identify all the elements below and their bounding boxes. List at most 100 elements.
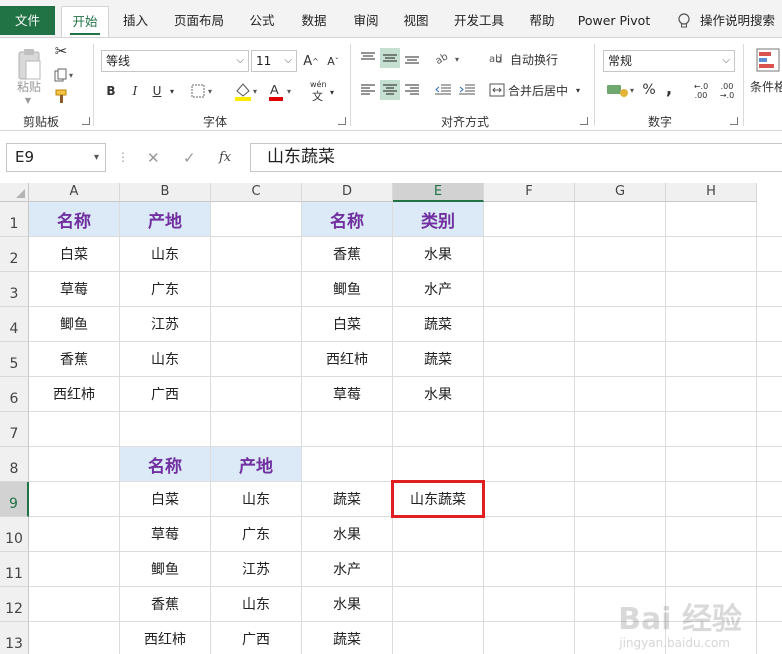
column-header-d[interactable]: D: [302, 183, 393, 202]
tab-home[interactable]: 开始: [61, 6, 109, 38]
orientation-button[interactable]: ab ▾: [432, 48, 464, 68]
align-middle-button[interactable]: [380, 48, 400, 68]
cell-d10[interactable]: 水果: [302, 517, 392, 551]
cell-b2[interactable]: 山东: [120, 237, 210, 271]
cell-b11[interactable]: 鲫鱼: [120, 552, 210, 586]
tab-insert[interactable]: 插入: [113, 6, 158, 37]
underline-button[interactable]: U: [149, 82, 165, 100]
cell-b13[interactable]: 西红柿: [120, 622, 210, 654]
increase-indent-button[interactable]: [456, 80, 478, 100]
phonetic-guide-button[interactable]: wén 文 ▾: [306, 80, 340, 103]
row-header-5[interactable]: 5: [0, 342, 29, 377]
cell-c9[interactable]: 山东: [211, 482, 301, 516]
header-cell-b8[interactable]: 名称: [120, 447, 210, 481]
tab-view[interactable]: 视图: [396, 6, 436, 37]
tab-developer[interactable]: 开发工具: [446, 6, 512, 37]
alignment-launcher-icon[interactable]: [580, 117, 588, 125]
row-header-7[interactable]: 7: [0, 412, 29, 447]
row-header-10[interactable]: 10: [0, 517, 29, 552]
column-header-h[interactable]: H: [666, 183, 757, 202]
column-header-c[interactable]: C: [211, 183, 302, 202]
tab-help[interactable]: 帮助: [520, 6, 564, 37]
cell-d11[interactable]: 水产: [302, 552, 392, 586]
grow-font-button[interactable]: A ^: [302, 52, 320, 70]
header-cell-a1[interactable]: 名称: [29, 202, 119, 236]
shrink-font-button[interactable]: Aˇ: [324, 52, 342, 70]
merge-dropdown-icon[interactable]: ▾: [572, 81, 584, 99]
cell-b12[interactable]: 香蕉: [120, 587, 210, 621]
name-box[interactable]: E9 ▾: [6, 143, 106, 172]
font-name-select[interactable]: 等线 ⌵: [101, 50, 249, 72]
merge-center-button[interactable]: 合并后居中: [508, 81, 568, 99]
tab-data[interactable]: 数据: [292, 6, 336, 37]
row-header-8[interactable]: 8: [0, 447, 29, 482]
cell-d2[interactable]: 香蕉: [302, 237, 392, 271]
cancel-icon[interactable]: ✕: [147, 149, 160, 167]
cell-d12[interactable]: 水果: [302, 587, 392, 621]
cut-icon[interactable]: ✂: [52, 42, 70, 60]
increase-decimal-button[interactable]: ←.0 .00: [690, 80, 712, 102]
tab-formulas[interactable]: 公式: [240, 6, 284, 37]
cell-e2[interactable]: 水果: [393, 237, 483, 271]
cell-e3[interactable]: 水产: [393, 272, 483, 306]
cell-a6[interactable]: 西红柿: [29, 377, 119, 411]
accounting-format-button[interactable]: ▾: [604, 80, 638, 100]
row-header-1[interactable]: 1: [0, 202, 29, 237]
cell-b10[interactable]: 草莓: [120, 517, 210, 551]
cell-d5[interactable]: 西红柿: [302, 342, 392, 376]
row-header-3[interactable]: 3: [0, 272, 29, 307]
cell-c13[interactable]: 广西: [211, 622, 301, 654]
header-cell-b1[interactable]: 产地: [120, 202, 210, 236]
cell-d6[interactable]: 草莓: [302, 377, 392, 411]
cell-e4[interactable]: 蔬菜: [393, 307, 483, 341]
font-launcher-icon[interactable]: [338, 117, 346, 125]
cell-c11[interactable]: 江苏: [211, 552, 301, 586]
cell-d9[interactable]: 蔬菜: [302, 482, 392, 516]
row-header-13[interactable]: 13: [0, 622, 29, 654]
column-header-e[interactable]: E: [393, 183, 484, 202]
decrease-decimal-button[interactable]: .00 →.0: [716, 80, 738, 102]
row-header-11[interactable]: 11: [0, 552, 29, 587]
underline-dropdown-icon[interactable]: ▾: [166, 82, 178, 100]
borders-button[interactable]: ▾: [190, 82, 218, 100]
cell-b6[interactable]: 广西: [120, 377, 210, 411]
cell-a3[interactable]: 草莓: [29, 272, 119, 306]
align-top-button[interactable]: [358, 48, 378, 68]
header-cell-e1[interactable]: 类别: [393, 202, 483, 236]
column-header-a[interactable]: A: [29, 183, 120, 202]
cell-b5[interactable]: 山东: [120, 342, 210, 376]
copy-icon[interactable]: ▾: [52, 66, 78, 84]
italic-button[interactable]: I: [127, 82, 143, 100]
cell-b4[interactable]: 江苏: [120, 307, 210, 341]
cell-a2[interactable]: 白菜: [29, 237, 119, 271]
cell-c10[interactable]: 广东: [211, 517, 301, 551]
formula-input[interactable]: 山东蔬菜: [250, 143, 782, 172]
conditional-format-button[interactable]: 条件格: [750, 78, 782, 94]
header-cell-d1[interactable]: 名称: [302, 202, 392, 236]
tab-page-layout[interactable]: 页面布局: [166, 6, 232, 37]
row-header-2[interactable]: 2: [0, 237, 29, 272]
header-cell-c8[interactable]: 产地: [211, 447, 301, 481]
bold-button[interactable]: B: [103, 82, 119, 100]
tab-power-pivot[interactable]: Power Pivot: [572, 6, 656, 37]
column-header-f[interactable]: F: [484, 183, 575, 202]
cell-a5[interactable]: 香蕉: [29, 342, 119, 376]
number-launcher-icon[interactable]: [730, 117, 738, 125]
number-format-select[interactable]: 常规 ⌵: [603, 50, 735, 72]
enter-check-icon[interactable]: ✓: [183, 149, 196, 167]
row-header-12[interactable]: 12: [0, 587, 29, 622]
column-header-b[interactable]: B: [120, 183, 211, 202]
tell-me-search[interactable]: 操作说明搜索: [700, 6, 782, 37]
cell-c12[interactable]: 山东: [211, 587, 301, 621]
align-left-button[interactable]: [358, 80, 378, 100]
cell-a4[interactable]: 鲫鱼: [29, 307, 119, 341]
tab-file[interactable]: 文件: [0, 6, 55, 35]
row-header-4[interactable]: 4: [0, 307, 29, 342]
fill-color-button[interactable]: ▾: [232, 80, 262, 102]
font-color-button[interactable]: A ▾: [266, 80, 296, 102]
select-all-button[interactable]: [0, 183, 29, 202]
tab-review[interactable]: 审阅: [344, 6, 388, 37]
align-bottom-button[interactable]: [402, 48, 422, 68]
cell-e5[interactable]: 蔬菜: [393, 342, 483, 376]
cell-b3[interactable]: 广东: [120, 272, 210, 306]
